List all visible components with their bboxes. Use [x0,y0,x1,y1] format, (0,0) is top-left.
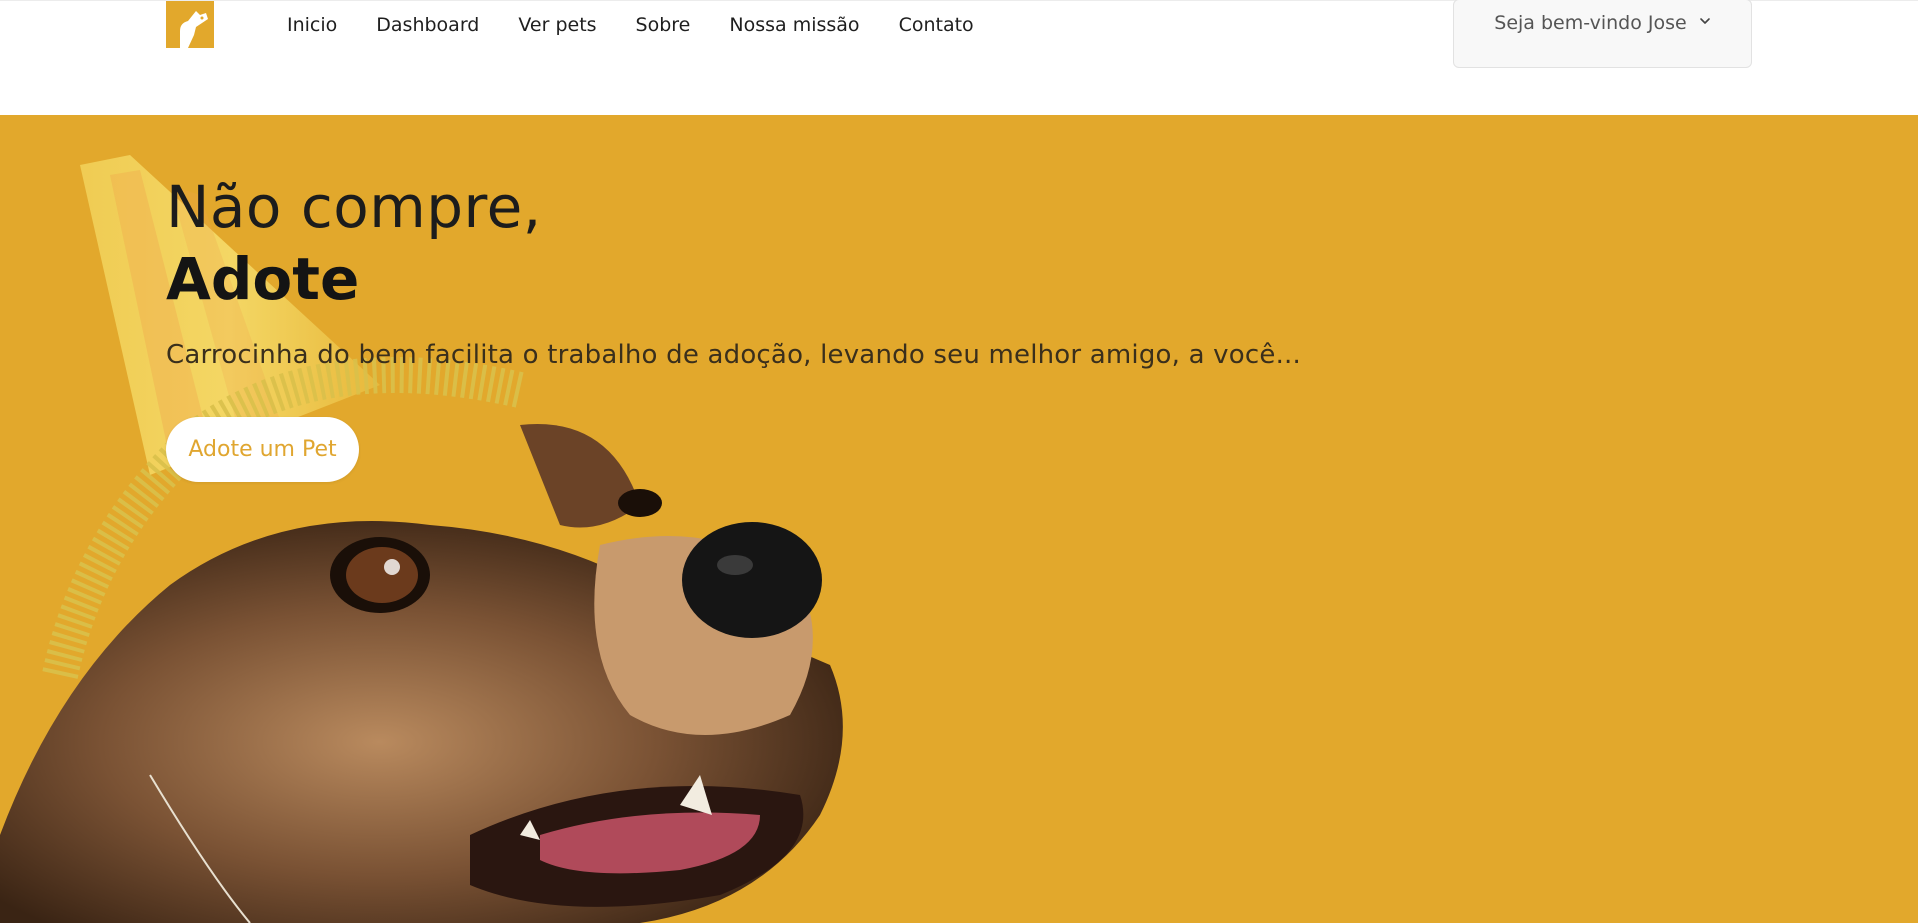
user-greeting: Seja bem-vindo Jose [1494,12,1687,34]
hero-title-line1: Não compre, [166,173,542,241]
site-header: Inicio Dashboard Ver pets Sobre Nossa mi… [0,0,1918,115]
nav-link-nossa-missao[interactable]: Nossa missão [729,1,859,49]
nav-link-dashboard[interactable]: Dashboard [376,1,479,49]
user-menu-dropdown[interactable]: Seja bem-vindo Jose [1453,0,1752,68]
nav-link-contato[interactable]: Contato [899,1,974,49]
hero-banner: Não compre, Adote Carrocinha do bem faci… [0,115,1918,923]
hero-subtitle: Carrocinha do bem facilita o trabalho de… [166,340,1301,370]
adopt-pet-button[interactable]: Adote um Pet [166,417,359,482]
main-nav: Inicio Dashboard Ver pets Sobre Nossa mi… [287,1,1013,49]
nav-link-ver-pets[interactable]: Ver pets [518,1,596,49]
nav-link-inicio[interactable]: Inicio [287,1,337,49]
dog-logo-icon[interactable] [166,1,214,48]
hero-title-line2: Adote [166,245,360,313]
nav-link-sobre[interactable]: Sobre [636,1,691,49]
chevron-down-icon [1699,18,1710,24]
